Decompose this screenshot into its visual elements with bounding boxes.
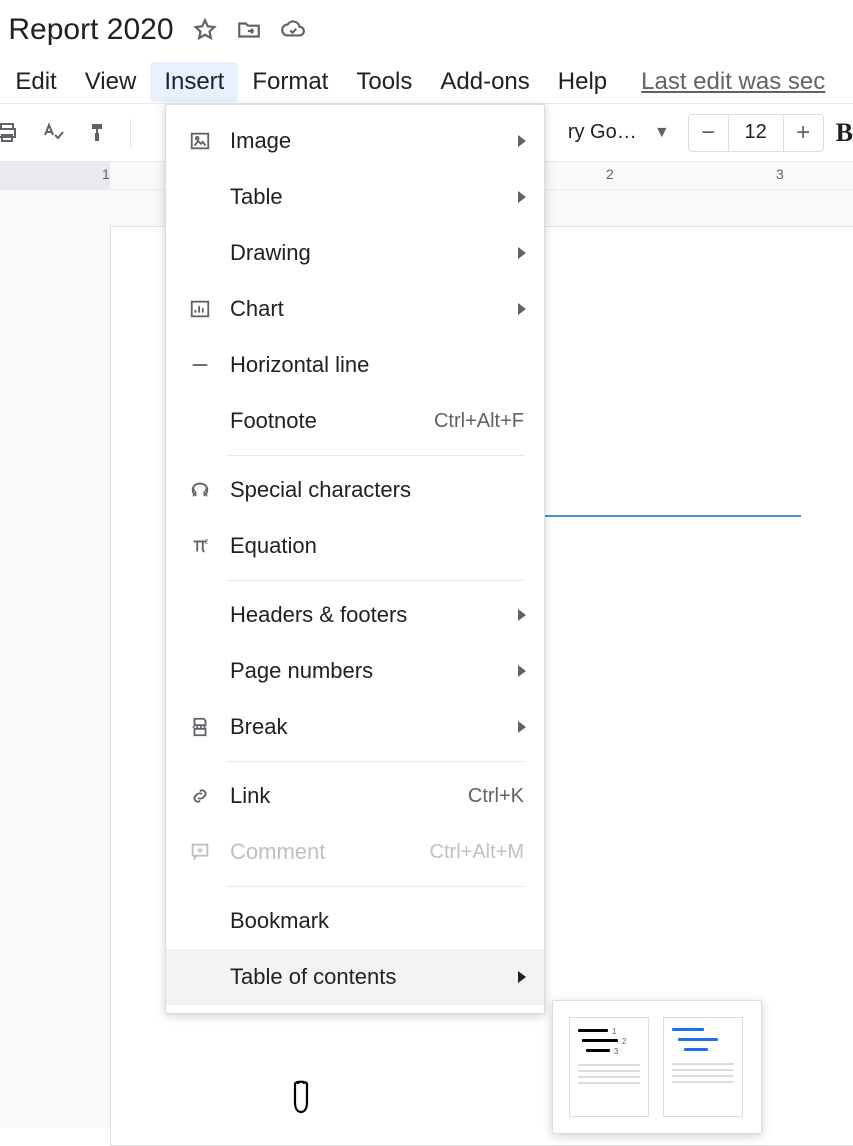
ruler-mark-2: 2 <box>606 166 614 182</box>
menu-insert[interactable]: Insert <box>150 62 238 102</box>
ruler-mark-3: 3 <box>776 166 784 182</box>
font-size-decrease-button[interactable]: − <box>689 115 729 151</box>
last-edit-link[interactable]: Last edit was sec <box>641 68 825 96</box>
blank-icon <box>186 601 214 629</box>
print-icon[interactable] <box>0 116 24 150</box>
menu-separator <box>226 761 524 762</box>
submenu-arrow-icon <box>518 135 526 147</box>
menu-separator <box>226 886 524 887</box>
blank-icon <box>186 657 214 685</box>
blank-icon <box>186 963 214 991</box>
blank-icon <box>186 183 214 211</box>
menu-addons[interactable]: Add-ons <box>426 62 543 102</box>
submenu-arrow-icon <box>518 665 526 677</box>
star-icon[interactable] <box>192 17 218 43</box>
toolbar-separator <box>130 119 131 147</box>
svg-text:2: 2 <box>205 538 209 545</box>
insert-table[interactable]: Table <box>166 169 544 225</box>
page-break-icon <box>186 713 214 741</box>
font-size-increase-button[interactable]: + <box>783 115 823 151</box>
submenu-arrow-icon <box>518 191 526 203</box>
insert-bookmark[interactable]: Bookmark <box>166 893 544 949</box>
cloud-status-icon[interactable] <box>280 17 306 43</box>
bold-button[interactable]: B <box>836 118 853 148</box>
toc-option-page-numbers[interactable]: 1 2 3 <box>569 1017 649 1117</box>
chart-icon <box>186 295 214 323</box>
insert-dropdown: Image Table Drawing Chart Horizontal lin… <box>165 104 545 1014</box>
font-size-value[interactable]: 12 <box>729 121 783 144</box>
comment-icon <box>186 838 214 866</box>
insert-horizontal-line[interactable]: Horizontal line <box>166 337 544 393</box>
document-title[interactable]: onthly Report 2020 <box>0 13 174 47</box>
image-icon <box>186 127 214 155</box>
blank-icon <box>186 239 214 267</box>
equation-label: Equation <box>230 533 524 559</box>
move-to-folder-icon[interactable] <box>236 17 262 43</box>
insert-table-of-contents[interactable]: Table of contents <box>166 949 544 1005</box>
menu-separator <box>226 455 524 456</box>
insert-footnote-label: Footnote <box>230 408 434 434</box>
insert-equation[interactable]: 2 Equation <box>166 518 544 574</box>
font-family-select[interactable]: ry Go… <box>568 121 648 144</box>
submenu-arrow-icon <box>518 609 526 621</box>
blank-icon <box>186 407 214 435</box>
page-numbers-label: Page numbers <box>230 658 524 684</box>
menu-edit[interactable]: Edit <box>1 62 70 102</box>
special-chars-label: Special characters <box>230 477 524 503</box>
horizontal-line-icon <box>186 351 214 379</box>
comment-shortcut: Ctrl+Alt+M <box>430 841 524 864</box>
chevron-down-icon[interactable]: ▼ <box>654 124 670 142</box>
footnote-shortcut: Ctrl+Alt+F <box>434 410 524 433</box>
menu-view[interactable]: View <box>71 62 151 102</box>
ruler-margin <box>0 162 110 189</box>
insert-headers-footers[interactable]: Headers & footers <box>166 587 544 643</box>
insert-drawing-label: Drawing <box>230 240 524 266</box>
headers-footers-label: Headers & footers <box>230 602 524 628</box>
font-size-box: − 12 + <box>688 114 824 152</box>
insert-chart-label: Chart <box>230 296 524 322</box>
insert-table-label: Table <box>230 184 524 210</box>
submenu-arrow-icon <box>518 721 526 733</box>
link-label: Link <box>230 783 468 809</box>
toc-option-blue-links[interactable] <box>663 1017 743 1117</box>
insert-comment: Comment Ctrl+Alt+M <box>166 824 544 880</box>
insert-chart[interactable]: Chart <box>166 281 544 337</box>
comment-label: Comment <box>230 839 430 865</box>
pi-icon: 2 <box>186 532 214 560</box>
toc-submenu: 1 2 3 <box>552 1000 762 1134</box>
break-label: Break <box>230 714 524 740</box>
menu-help[interactable]: Help <box>544 62 621 102</box>
link-shortcut: Ctrl+K <box>468 785 524 808</box>
menu-tools[interactable]: Tools <box>342 62 426 102</box>
insert-link[interactable]: Link Ctrl+K <box>166 768 544 824</box>
ruler-mark-1: 1 <box>102 166 110 182</box>
insert-break[interactable]: Break <box>166 699 544 755</box>
omega-icon <box>186 476 214 504</box>
link-icon <box>186 782 214 810</box>
submenu-arrow-icon <box>518 971 526 983</box>
bookmark-label: Bookmark <box>230 908 524 934</box>
menu-format[interactable]: Format <box>238 62 342 102</box>
blank-icon <box>186 907 214 935</box>
spellcheck-icon[interactable] <box>36 116 70 150</box>
title-row: onthly Report 2020 <box>0 0 853 60</box>
insert-footnote[interactable]: Footnote Ctrl+Alt+F <box>166 393 544 449</box>
toc-label: Table of contents <box>230 964 524 990</box>
paint-format-icon[interactable] <box>82 116 116 150</box>
insert-page-numbers[interactable]: Page numbers <box>166 643 544 699</box>
submenu-arrow-icon <box>518 247 526 259</box>
submenu-arrow-icon <box>518 303 526 315</box>
insert-image-label: Image <box>230 128 524 154</box>
insert-image[interactable]: Image <box>166 113 544 169</box>
menubar: e Edit View Insert Format Tools Add-ons … <box>0 60 853 104</box>
mouse-cursor-icon <box>285 1078 319 1123</box>
menu-separator <box>226 580 524 581</box>
insert-hr-label: Horizontal line <box>230 352 524 378</box>
insert-drawing[interactable]: Drawing <box>166 225 544 281</box>
insert-special-characters[interactable]: Special characters <box>166 462 544 518</box>
